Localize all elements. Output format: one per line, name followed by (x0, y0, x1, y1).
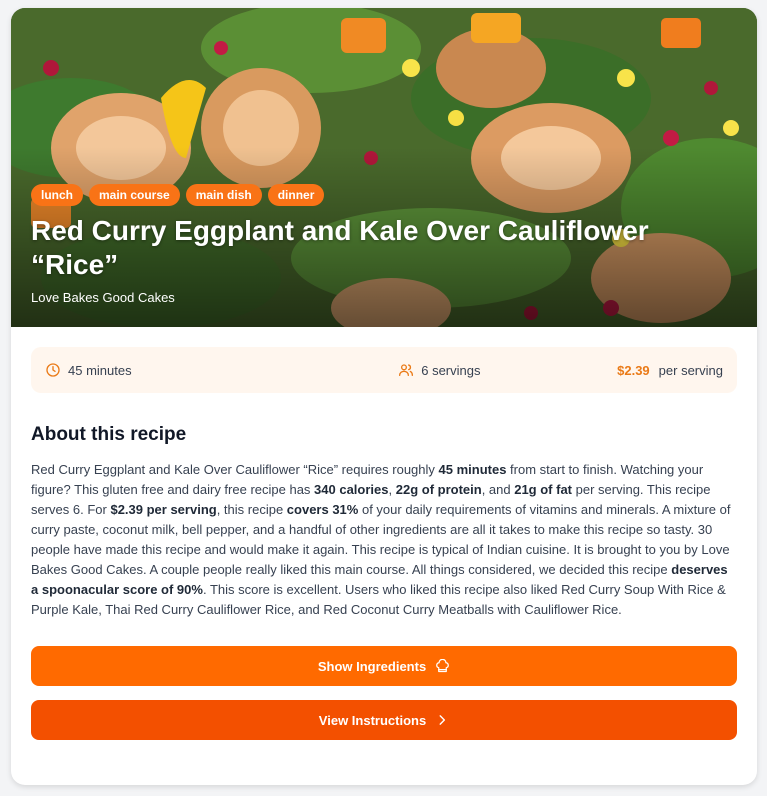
chevron-right-icon (439, 715, 446, 725)
stat-servings-label: 6 servings (421, 362, 481, 378)
about-heading: About this recipe (31, 424, 187, 445)
stat-time-label: 45 minutes (68, 362, 132, 378)
stat-price: $2.39 per serving (617, 363, 723, 378)
users-icon (399, 364, 414, 376)
tag-main-course[interactable]: main course (89, 184, 180, 206)
recipe-hero-image: lunch main course main dish dinner Red C… (11, 8, 757, 327)
clock-icon (46, 363, 60, 377)
show-ingredients-button[interactable]: Show Ingredients (31, 646, 737, 686)
tag-lunch[interactable]: lunch (31, 184, 83, 206)
tag-list: lunch main course main dish dinner (31, 184, 325, 206)
price-suffix: per serving (658, 362, 723, 378)
stat-servings: 6 servings (398, 362, 480, 378)
about-text: Red Curry Eggplant and Kale Over Caulifl… (31, 462, 731, 617)
tag-main-dish[interactable]: main dish (185, 184, 262, 206)
recipe-stats-bar: 45 minutes 6 servings $2.39 per serving (31, 347, 737, 393)
chef-hat-icon (436, 658, 450, 672)
recipe-card: lunch main course main dish dinner Red C… (11, 8, 757, 785)
recipe-title: Red Curry Eggplant and Kale Over Caulifl… (31, 215, 649, 280)
view-instructions-label: View Instructions (318, 712, 427, 728)
recipe-source: Love Bakes Good Cakes (31, 290, 175, 305)
stat-time: 45 minutes (45, 362, 132, 378)
show-ingredients-label: Show Ingredients (317, 658, 427, 674)
price-value: $2.39 (617, 362, 650, 378)
tag-dinner[interactable]: dinner (267, 184, 325, 206)
view-instructions-button[interactable]: View Instructions (31, 700, 737, 740)
